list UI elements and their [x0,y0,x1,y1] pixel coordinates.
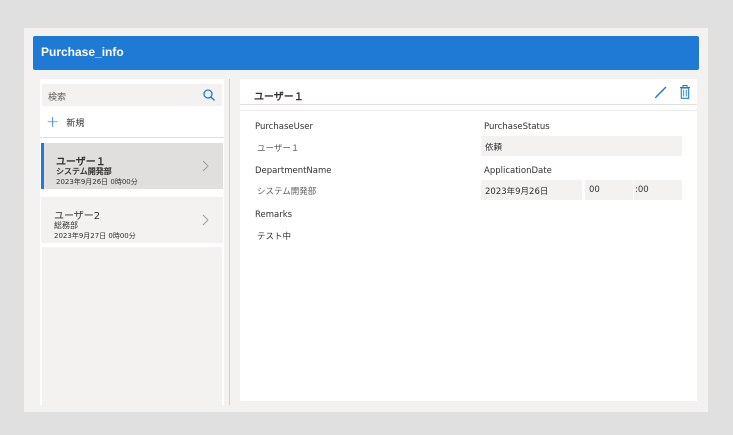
list-item-department: システム開発部 [56,167,112,176]
remarks-value: テスト中 [257,232,292,242]
new-button[interactable]: + 新規 [46,113,84,131]
plus-icon: + [46,112,60,131]
detail-title: ユーザー１ [254,92,304,103]
application-date-field[interactable]: 2023年9月26日 [481,180,582,200]
search-placeholder: 検索 [48,93,67,103]
divider [240,110,697,111]
purchase-status-value: 依頼 [485,143,503,153]
purchase-status-field[interactable]: 依頼 [481,136,682,156]
hour-field[interactable]: 00 [585,180,633,200]
panel-splitter[interactable] [229,79,230,405]
chevron-right-icon [202,160,209,172]
detail-panel: ユーザー１ PurchaseUser ユーザー１ PurchaseStatus … [240,79,697,401]
left-panel: 検索 + 新規 ユーザー１ システム開発部 2023年9月26日 0時00分 ユ… [40,79,224,405]
purchase-user-value: ユーザー１ [257,144,300,154]
department-name-label: DepartmentName [255,166,332,176]
app-header: Purchase_info [33,36,699,70]
list-empty-area [42,247,222,405]
minute-field[interactable]: :00 [634,180,682,200]
purchase-status-label: PurchaseStatus [484,122,550,132]
list-item-department: 総務部 [54,221,78,230]
chevron-right-icon [202,214,209,226]
department-name-value: システム開発部 [257,187,317,197]
application-date-value: 2023年9月26日 [485,187,549,197]
list-item[interactable]: ユーザー１ システム開発部 2023年9月26日 0時00分 [41,143,223,189]
app-title: Purchase_info [41,45,124,59]
list-item-date: 2023年9月26日 0時00分 [56,178,138,186]
trash-icon[interactable] [679,85,691,99]
edit-icon[interactable] [654,85,668,99]
divider [240,104,697,105]
purchase-user-label: PurchaseUser [255,122,313,132]
divider [40,137,224,138]
search-icon[interactable] [202,88,216,102]
hour-value: 00 [589,185,600,195]
list-item-date: 2023年9月27日 0時00分 [54,232,136,240]
new-button-label: 新規 [66,118,85,129]
minute-value: :00 [635,185,649,195]
application-date-label: ApplicationDate [484,166,552,176]
list-item[interactable]: ユーザー2 総務部 2023年9月27日 0時00分 [41,197,223,243]
search-input[interactable]: 検索 [42,84,222,106]
remarks-label: Remarks [255,210,293,220]
